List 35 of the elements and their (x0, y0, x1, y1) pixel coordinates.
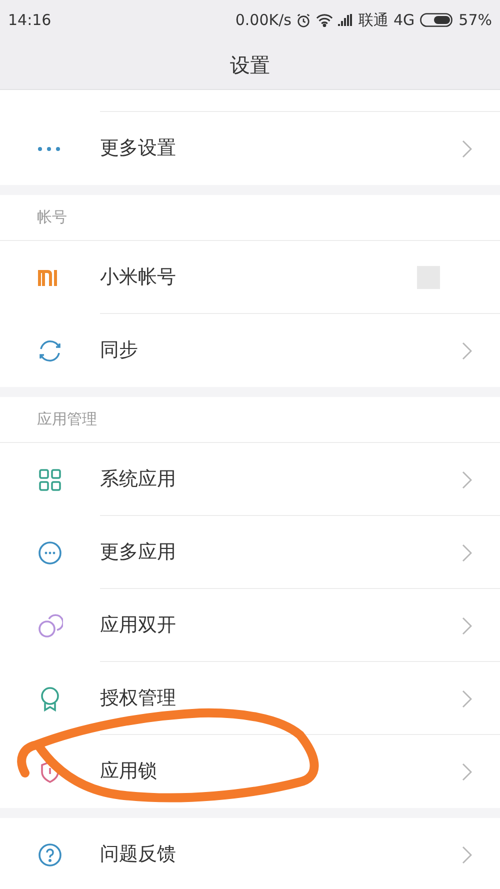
section-header: 帐号 (37, 207, 67, 228)
alarm-icon (296, 12, 312, 28)
settings-row[interactable]: 应用双开 (0, 589, 500, 662)
page-title: 设置 (230, 52, 270, 78)
grid-icon (37, 466, 63, 492)
battery-icon (420, 13, 454, 27)
row-label: 系统应用 (100, 467, 176, 492)
row-label: 授权管理 (100, 686, 176, 712)
settings-row[interactable]: 授权管理 (0, 662, 500, 735)
wifi-icon (316, 13, 334, 27)
carrier-label: 联通 (358, 10, 388, 31)
settings-row[interactable]: 问题反馈 (0, 818, 500, 889)
battery-percent: 57% (458, 10, 492, 31)
row-label: 更多设置 (100, 136, 176, 162)
row-label: 问题反馈 (100, 842, 176, 868)
more-circle-icon (37, 540, 63, 566)
help-icon (37, 842, 63, 868)
section-header: 应用管理 (37, 409, 97, 430)
settings-row[interactable]: 系统应用 (0, 443, 500, 516)
signal-icon (338, 14, 354, 26)
network-speed: 0.00K/s (235, 10, 292, 31)
settings-row[interactable]: 更多应用 (0, 516, 500, 589)
settings-row[interactable]: 小米帐号 (0, 241, 500, 314)
sync-icon (37, 338, 63, 364)
row-label: 更多应用 (100, 540, 176, 566)
more-dots-icon (37, 146, 61, 152)
row-label: 小米帐号 (100, 265, 176, 290)
row-label: 应用锁 (100, 759, 157, 784)
row-label: 同步 (100, 338, 138, 364)
status-time: 14:16 (8, 10, 52, 31)
settings-row[interactable]: 应用锁 (0, 735, 500, 808)
row-label: 应用双开 (100, 613, 176, 638)
overlapping-circles-icon (37, 612, 63, 638)
settings-row[interactable]: 同步 (0, 314, 500, 387)
network-type: 4G (393, 10, 415, 31)
